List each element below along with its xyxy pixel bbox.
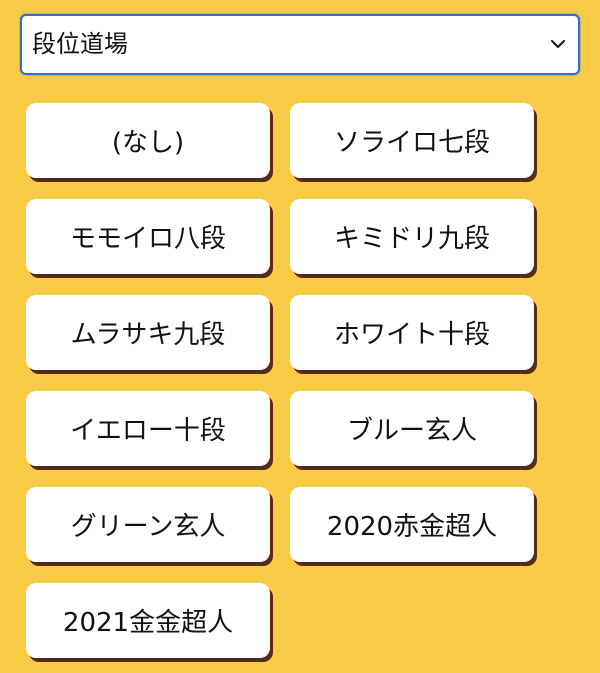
option-none-button[interactable]: (なし) [26,103,270,178]
option-2021-kinkin-choujin-button[interactable]: 2021金金超人 [26,583,270,658]
option-2020-akakin-choujin-button[interactable]: 2020赤金超人 [290,487,534,562]
option-momoiro-8dan-button[interactable]: モモイロ八段 [26,199,270,274]
option-kimidori-9dan-button[interactable]: キミドリ九段 [290,199,534,274]
select-value: 段位道場 [32,30,128,58]
option-sorairo-7dan-button[interactable]: ソライロ七段 [290,103,534,178]
option-yellow-10dan-button[interactable]: イエロー十段 [26,391,270,466]
dan-dojo-select[interactable]: 段位道場 [20,14,580,75]
chevron-down-icon [551,40,565,48]
option-murasaki-9dan-button[interactable]: ムラサキ九段 [26,295,270,370]
option-blue-kurouto-button[interactable]: ブルー玄人 [290,391,534,466]
option-green-kurouto-button[interactable]: グリーン玄人 [26,487,270,562]
option-white-10dan-button[interactable]: ホワイト十段 [290,295,534,370]
